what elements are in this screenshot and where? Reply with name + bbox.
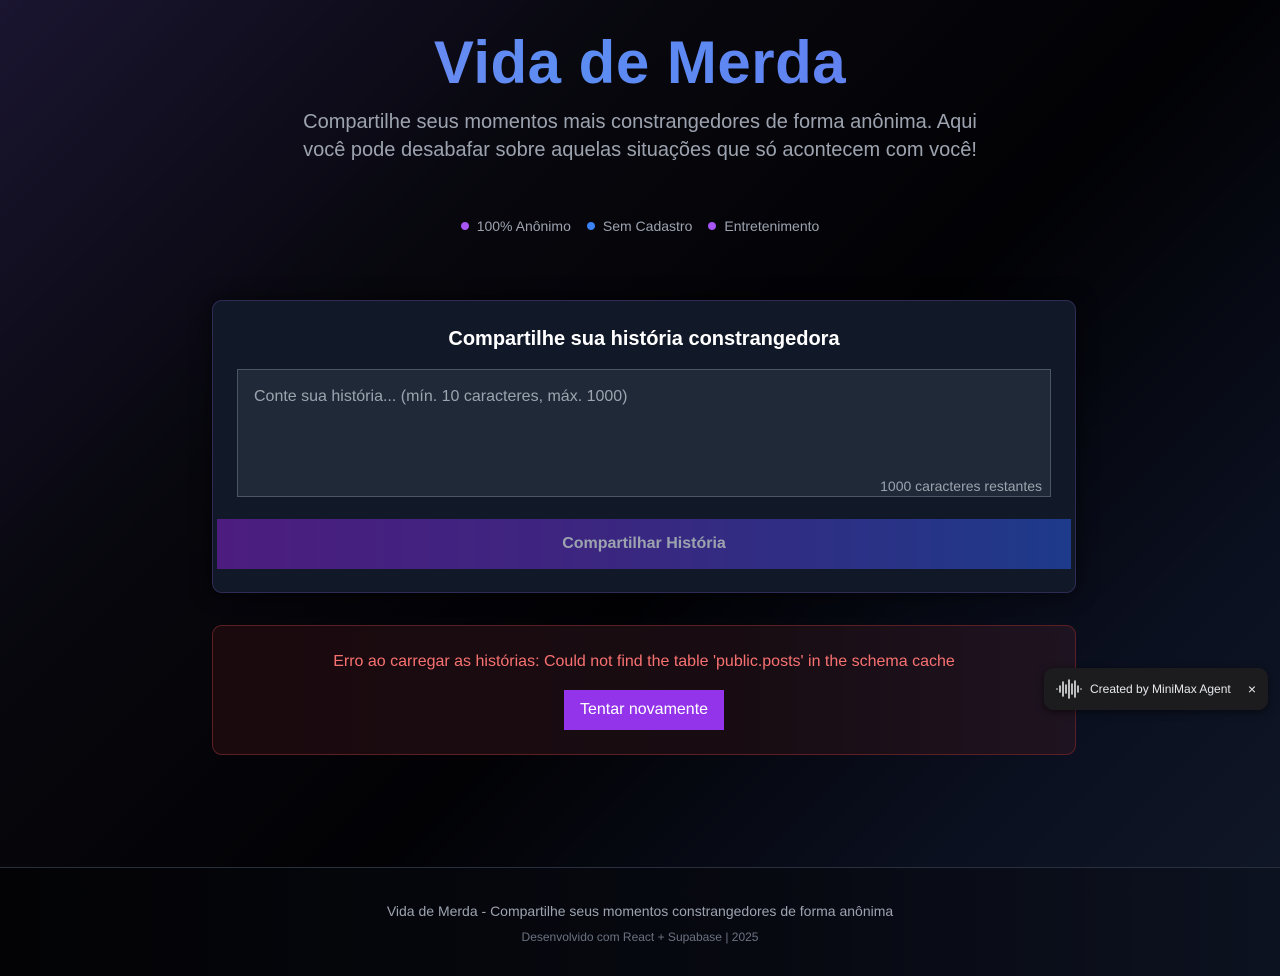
page-title: Vida de Merda xyxy=(0,28,1280,97)
badge-label: Created by MiniMax Agent xyxy=(1090,682,1231,696)
feature-label: Entretenimento xyxy=(724,218,820,234)
footer-credits: Desenvolvido com React + Supabase | 2025 xyxy=(521,930,759,944)
char-counter: 1000 caracteres restantes xyxy=(880,478,1042,494)
feature-dot-icon xyxy=(586,222,595,230)
feature-item-anonymous: 100% Anônimo xyxy=(460,216,571,236)
close-icon[interactable]: × xyxy=(1248,681,1256,697)
form-title: Compartilhe sua história constrangedora xyxy=(448,328,840,350)
page-footer: Vida de Merda - Compartilhe seus momento… xyxy=(0,867,1280,976)
footer-description: Vida de Merda - Compartilhe seus momento… xyxy=(386,903,894,919)
waveform-icon xyxy=(1056,679,1082,699)
feature-item-entertainment: Entretenimento xyxy=(708,216,819,236)
feature-list: 100% Anônimo Sem Cadastro Entretenimento xyxy=(0,216,1280,236)
page-subtitle: Compartilhe seus momentos mais constrang… xyxy=(303,111,977,161)
feature-dot-icon xyxy=(460,222,469,230)
feature-label: 100% Anônimo xyxy=(476,218,571,234)
feature-item-no-signup: Sem Cadastro xyxy=(586,216,693,236)
minimax-badge[interactable]: Created by MiniMax Agent × xyxy=(1044,668,1268,710)
story-input-wrapper: 1000 caracteres restantes xyxy=(237,369,1051,497)
retry-button[interactable]: Tentar novamente xyxy=(564,690,724,730)
story-form-card: Compartilhe sua história constrangedora … xyxy=(212,300,1076,593)
feature-label: Sem Cadastro xyxy=(602,218,693,234)
share-story-button[interactable]: Compartilhar História xyxy=(217,519,1071,569)
error-message: Erro ao carregar as histórias: Could not… xyxy=(333,653,955,670)
error-panel: Erro ao carregar as histórias: Could not… xyxy=(212,625,1076,755)
feature-dot-icon xyxy=(708,222,717,230)
